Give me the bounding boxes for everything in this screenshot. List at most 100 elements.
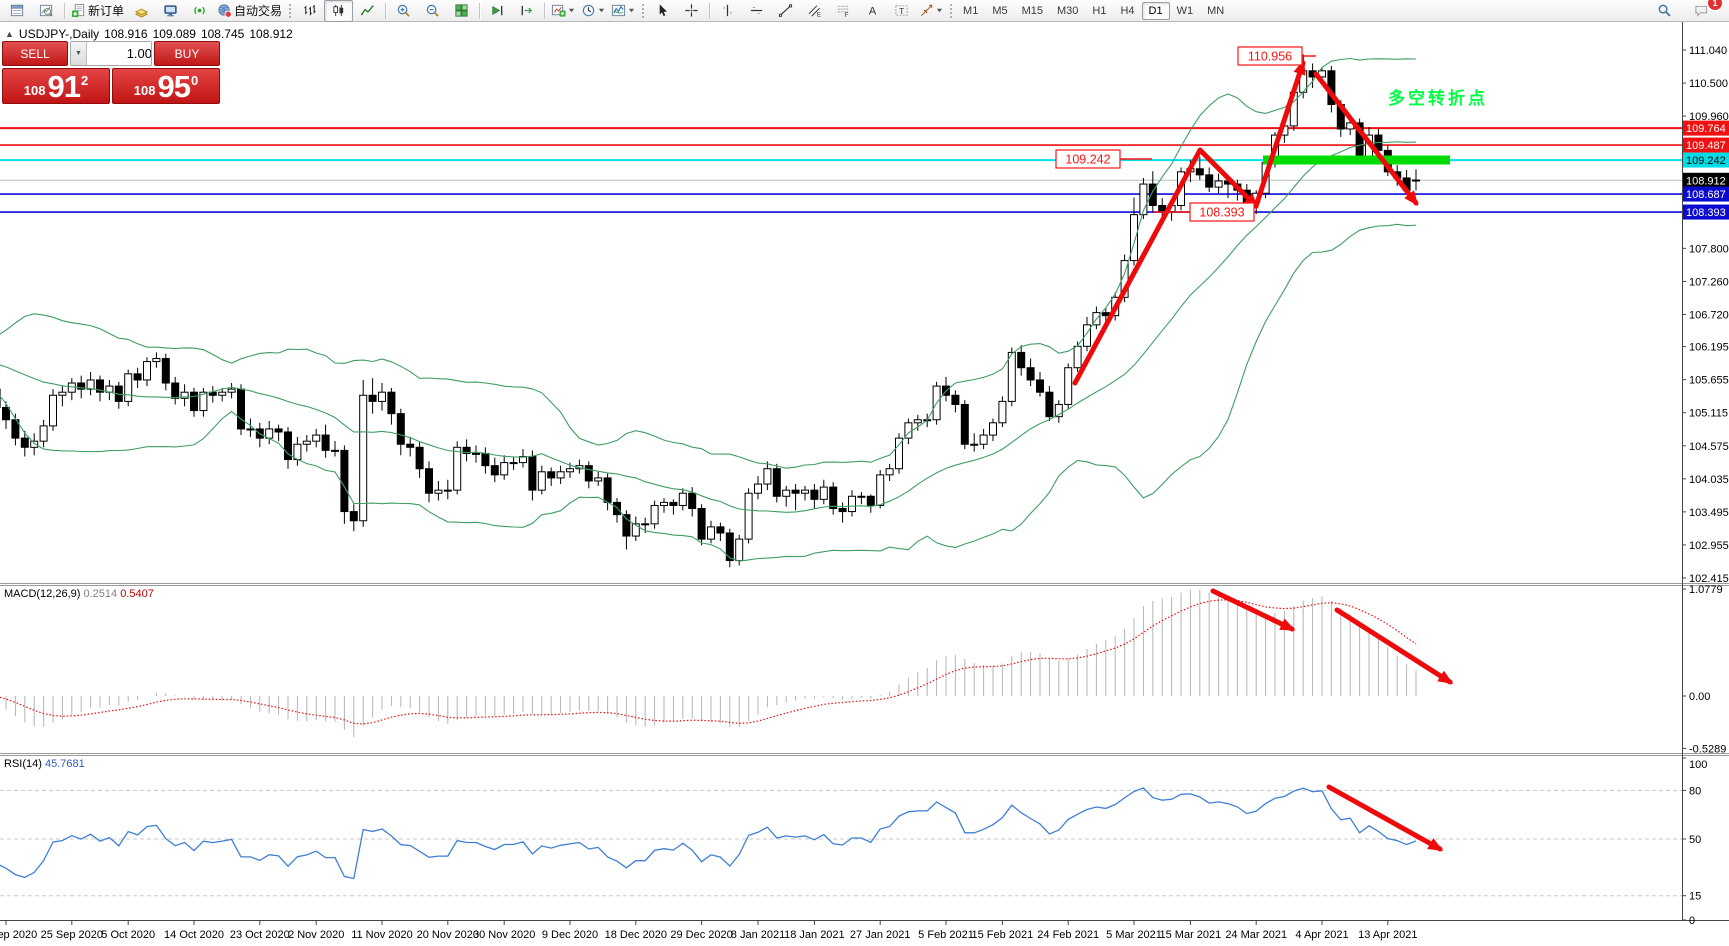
new-chart-button[interactable] (548, 0, 578, 22)
cursor-button[interactable] (648, 0, 677, 22)
timeframe-d1[interactable]: D1 (1142, 2, 1170, 20)
tile-windows-button[interactable] (447, 0, 476, 22)
arrows-button[interactable] (916, 0, 946, 22)
svg-text:30 Nov 2020: 30 Nov 2020 (473, 929, 535, 941)
search-button[interactable] (1650, 0, 1679, 22)
svg-text:5 Mar 2021: 5 Mar 2021 (1106, 929, 1162, 941)
chart-shift-button[interactable] (512, 0, 541, 22)
svg-text:1.0779: 1.0779 (1689, 584, 1723, 596)
price-axis[interactable]: 111.040110.500109.960107.800107.260106.7… (1682, 45, 1729, 927)
svg-text:111.040: 111.040 (1689, 45, 1727, 57)
svg-text:107.260: 107.260 (1689, 276, 1729, 288)
bollinger-bands (0, 59, 1416, 562)
svg-text:29 Dec 2020: 29 Dec 2020 (670, 929, 732, 941)
svg-text:25 Sep 2020: 25 Sep 2020 (41, 929, 103, 941)
new-order-button-label: 新订单 (88, 2, 124, 19)
text-label-button[interactable]: T (887, 0, 916, 22)
svg-text:24 Feb 2021: 24 Feb 2021 (1037, 929, 1099, 941)
volume-input[interactable] (87, 42, 152, 65)
macd-pane[interactable] (0, 590, 1416, 737)
svg-text:18 Jan 2021: 18 Jan 2021 (784, 929, 845, 941)
zoom-in-button[interactable] (389, 0, 418, 22)
svg-text:15 Feb 2021: 15 Feb 2021 (972, 929, 1034, 941)
turning-point-note[interactable]: 多空转折点 (1388, 88, 1488, 108)
volume-decrease-button[interactable]: ▼ (71, 42, 87, 65)
candlestick-chart-button[interactable] (324, 0, 353, 22)
svg-text:15 Mar 2021: 15 Mar 2021 (1160, 929, 1222, 941)
svg-text:110.956: 110.956 (1248, 50, 1292, 64)
chevron-down-icon (628, 7, 635, 14)
horizontal-line-button[interactable] (742, 0, 771, 22)
svg-text:106.720: 106.720 (1689, 309, 1729, 321)
price-up-arrow-1[interactable] (1075, 150, 1256, 383)
timeframe-h4[interactable]: H4 (1113, 2, 1141, 20)
timeframe-w1[interactable]: W1 (1170, 2, 1201, 20)
macd-down-arrow-1[interactable] (1213, 591, 1292, 629)
sell-price-button[interactable]: 108 91 2 (2, 68, 110, 104)
text-button[interactable]: A (858, 0, 887, 22)
fibonacci-button[interactable]: F (829, 0, 858, 22)
svg-text:15: 15 (1689, 891, 1701, 903)
svg-text:16 Sep 2020: 16 Sep 2020 (0, 929, 37, 941)
vertical-line-button[interactable] (713, 0, 742, 22)
bar-chart-button[interactable] (295, 0, 324, 22)
svg-text:0.00: 0.00 (1689, 691, 1710, 703)
history-book-icon (134, 3, 149, 18)
svg-text:107.800: 107.800 (1689, 243, 1729, 255)
auto-scroll-icon (490, 3, 505, 18)
timeframe-m30[interactable]: M30 (1050, 2, 1085, 20)
rsi-down-arrow[interactable] (1329, 787, 1440, 849)
support-band[interactable] (1263, 156, 1450, 165)
svg-text:108.393: 108.393 (1199, 206, 1244, 220)
collapse-arrow-icon[interactable]: ▲ (5, 29, 14, 39)
sell-button[interactable]: SELL (2, 41, 68, 66)
timeframe-m1[interactable]: M1 (956, 2, 985, 20)
trendline-button[interactable] (771, 0, 800, 22)
indicators-button[interactable] (608, 0, 638, 22)
svg-text:9 Dec 2020: 9 Dec 2020 (542, 929, 598, 941)
fibonacci-icon: F (836, 3, 851, 18)
svg-text:F: F (844, 12, 848, 18)
annotations[interactable]: 110.956109.242108.393多空转折点 (1056, 47, 1488, 849)
new-order-button[interactable]: 新订单 (68, 0, 127, 22)
svg-text:27 Jan 2021: 27 Jan 2021 (850, 929, 911, 941)
price-chart-canvas[interactable]: 111.040110.500109.960107.800107.260106.7… (0, 0, 1729, 946)
chart-preview-icon (39, 3, 54, 18)
toolbar-separator (64, 3, 65, 19)
ohlc-low: 108.745 (201, 27, 244, 41)
symbol-title: USDJPY-,Daily (19, 27, 99, 41)
main-price-pane[interactable] (0, 54, 1682, 567)
toolbar-grip (950, 4, 952, 18)
macd-down-arrow-2[interactable] (1337, 610, 1450, 682)
auto-scroll-button[interactable] (483, 0, 512, 22)
periods-button[interactable] (578, 0, 608, 22)
time-axis[interactable]: 16 Sep 202025 Sep 20205 Oct 202014 Oct 2… (0, 921, 1417, 941)
auto-trading-button[interactable]: 自动交易 (214, 0, 285, 22)
signals-button[interactable] (185, 0, 214, 22)
window-list-button[interactable] (3, 0, 32, 22)
zoom-out-button[interactable] (418, 0, 447, 22)
crosshair-button[interactable] (677, 0, 706, 22)
svg-text:109.487: 109.487 (1686, 140, 1726, 152)
terminal-button[interactable] (156, 0, 185, 22)
ohlc-open: 108.916 (104, 27, 147, 41)
svg-text:T: T (899, 6, 904, 16)
timeframe-m5[interactable]: M5 (985, 2, 1014, 20)
buy-button[interactable]: BUY (154, 41, 220, 66)
timeframe-m15[interactable]: M15 (1015, 2, 1050, 20)
notifications-button[interactable]: 1 (1687, 0, 1716, 22)
buy-price-button[interactable]: 108 95 0 (112, 68, 220, 104)
history-center-button[interactable] (127, 0, 156, 22)
timeframe-h1[interactable]: H1 (1085, 2, 1113, 20)
equidistant-channel-button[interactable]: E (800, 0, 829, 22)
timeframe-mn[interactable]: MN (1200, 2, 1231, 20)
svg-text:11 Nov 2020: 11 Nov 2020 (351, 929, 413, 941)
chart-preview-button[interactable] (32, 0, 61, 22)
line-chart-button[interactable] (353, 0, 382, 22)
toolbar-separator (544, 3, 545, 19)
text-icon: A (865, 3, 880, 18)
bar-chart-icon (302, 3, 317, 18)
shapes-icon (919, 3, 934, 18)
svg-text:108.393: 108.393 (1686, 207, 1726, 219)
buy-price-prefix: 108 (134, 82, 156, 100)
